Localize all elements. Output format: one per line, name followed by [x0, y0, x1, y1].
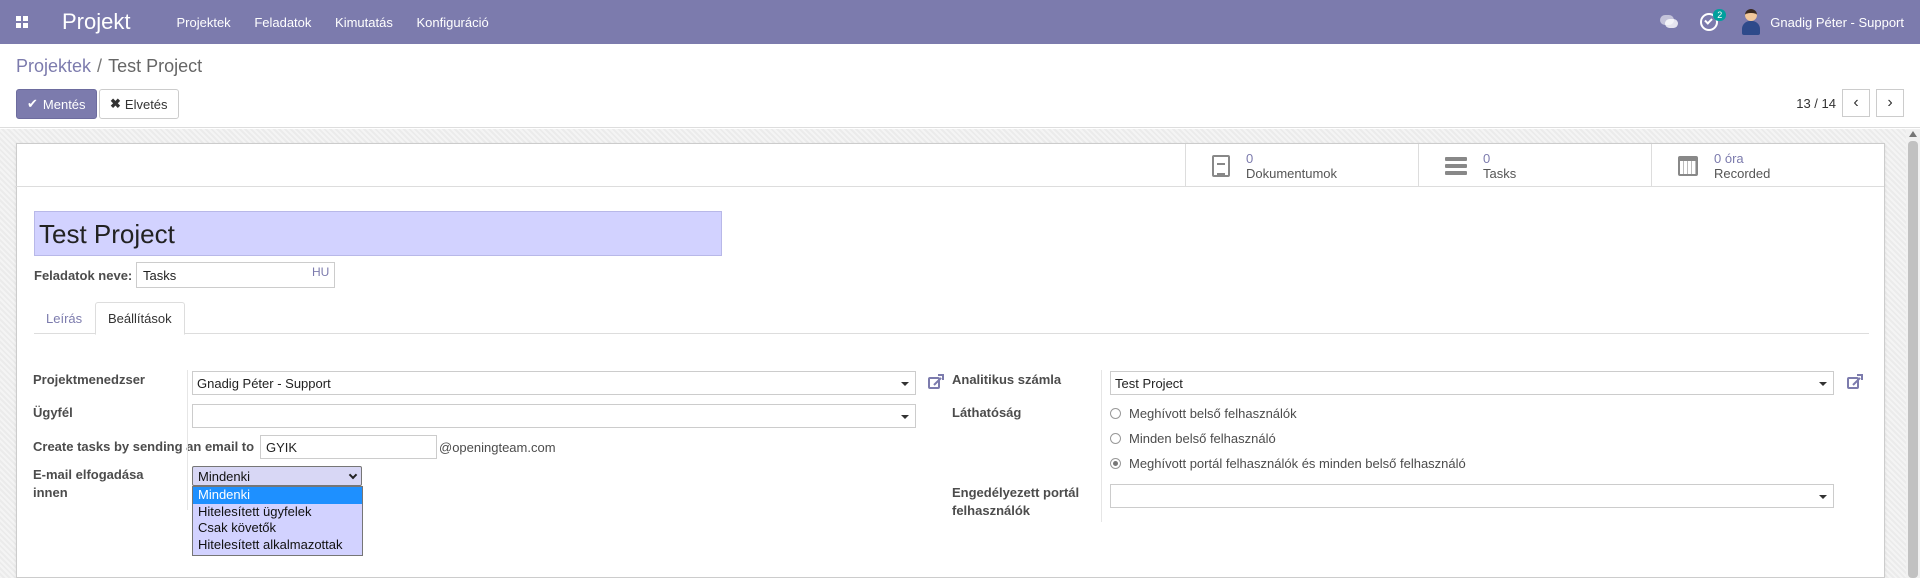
menu-item-configuration[interactable]: Konfiguráció [416, 15, 488, 30]
discard-button-label: Elvetés [124, 96, 168, 112]
external-link-icon[interactable] [928, 374, 944, 390]
visibility-option-label: Minden belső felhasználó [1129, 431, 1276, 446]
email-accept-label-line2: innen [33, 485, 68, 500]
caret-down-icon [901, 382, 909, 386]
documents-label: Dokumentumok [1246, 165, 1338, 181]
breadcrumb-projects-link[interactable]: Projektek [16, 56, 91, 76]
project-name-input[interactable]: Test Project [34, 211, 722, 256]
project-manager-label: Projektmenedzser [33, 372, 145, 387]
save-button[interactable]: ✔ Mentés [16, 89, 97, 119]
menu-item-reporting[interactable]: Kimutatás [335, 15, 393, 30]
chevron-left-icon: ‹ [1853, 94, 1859, 111]
pager: 13 / 14 ‹ › [1796, 89, 1904, 117]
analytic-account-label: Analitikus számla [952, 372, 1062, 387]
visibility-option-label: Meghívott portál felhasználók és minden … [1129, 456, 1466, 471]
apps-menu-icon[interactable] [0, 0, 44, 44]
column-divider [1101, 370, 1102, 522]
recorded-label: Recorded [1714, 165, 1771, 181]
translation-lang-button[interactable]: HU [312, 265, 329, 279]
breadcrumb-current: Test Project [108, 56, 203, 76]
chevron-right-icon: › [1887, 94, 1893, 111]
tasks-name-label: Feladatok neve: [34, 268, 133, 283]
activity-badge: 2 [1713, 9, 1727, 21]
user-name: Gnadig Péter - Support [1770, 14, 1904, 30]
portal-users-label: Engedélyezett portál felhasználók [952, 484, 1079, 520]
email-alias-label: Create tasks by sending an email to [33, 439, 255, 454]
avatar [1740, 9, 1762, 35]
customer-label: Ügyfél [33, 405, 73, 420]
breadcrumb-separator: / [97, 56, 103, 76]
email-accept-label: E-mail elfogadása innen [33, 466, 144, 502]
pager-next-button[interactable]: › [1876, 89, 1904, 117]
documents-count: 0 [1246, 150, 1254, 166]
top-navbar: Projekt Projektek Feladatok Kimutatás Ko… [0, 0, 1920, 44]
calendar-icon [1678, 155, 1698, 176]
tab-description[interactable]: Leírás [34, 302, 94, 334]
visibility-option-portal-and-internal[interactable]: Meghívott portál felhasználók és minden … [1110, 456, 1466, 471]
customer-select[interactable] [192, 404, 916, 428]
radio-button[interactable] [1110, 408, 1121, 419]
tasks-label: Tasks [1483, 165, 1517, 181]
project-manager-value: Gnadig Péter - Support [197, 376, 331, 391]
app-brand[interactable]: Projekt [62, 9, 130, 35]
chevron-down-icon [348, 470, 358, 480]
email-accept-select[interactable]: Mindenki [192, 466, 362, 486]
analytic-account-value: Test Project [1115, 376, 1183, 391]
check-icon: ✔ [27, 96, 38, 111]
caret-down-icon [1819, 495, 1827, 499]
email-accept-option[interactable]: Mindenki [193, 487, 362, 504]
breadcrumb: Projektek / Test Project [16, 56, 202, 77]
analytic-account-select[interactable]: Test Project [1110, 371, 1834, 395]
visibility-label: Láthatóság [952, 405, 1022, 420]
tasks-stat-button[interactable]: 0 Tasks [1418, 144, 1651, 187]
portal-users-label-line2: felhasználók [952, 503, 1031, 518]
caret-down-icon [901, 415, 909, 419]
visibility-option-invited-internal[interactable]: Meghívott belső felhasználók [1110, 406, 1297, 421]
project-manager-select[interactable]: Gnadig Péter - Support [192, 371, 916, 395]
recorded-stat-button[interactable]: 0 óra Recorded [1651, 144, 1884, 187]
email-domain: @openingteam.com [439, 440, 556, 455]
menu-item-projects[interactable]: Projektek [176, 15, 230, 30]
portal-users-label-line1: Engedélyezett portál [952, 485, 1080, 500]
discard-button[interactable]: ✖ Elvetés [99, 89, 179, 119]
main-menu: Projektek Feladatok Kimutatás Konfigurác… [176, 15, 508, 30]
tasks-count: 0 [1483, 150, 1491, 166]
smart-button-box: 0 Dokumentumok 0 Tasks 0 óra Recorded [15, 144, 1884, 187]
pager-value[interactable]: 13 / 14 [1796, 96, 1836, 111]
external-link-icon[interactable] [1847, 374, 1863, 390]
chat-icon[interactable] [1660, 15, 1679, 29]
systray: 2 Gnadig Péter - Support [1660, 0, 1904, 44]
page-scrollbar[interactable] [1906, 129, 1920, 578]
close-icon: ✖ [110, 96, 121, 111]
email-accept-option[interactable]: Csak követők [193, 520, 362, 537]
document-icon [1212, 154, 1230, 177]
recorded-hours: 0 óra [1714, 150, 1744, 166]
caret-down-icon [1819, 382, 1827, 386]
email-accept-label-line1: E-mail elfogadása [33, 467, 144, 482]
user-menu[interactable]: Gnadig Péter - Support [1740, 9, 1904, 35]
email-accept-option[interactable]: Hitelesített alkalmazottak [193, 537, 362, 554]
save-button-label: Mentés [42, 96, 86, 112]
notebook-tabs: Leírás Beállítások [34, 302, 1869, 335]
activity-clock-icon[interactable]: 2 [1700, 9, 1727, 31]
menu-item-tasks[interactable]: Feladatok [254, 15, 311, 30]
documents-stat-button[interactable]: 0 Dokumentumok [1185, 144, 1418, 187]
radio-button[interactable] [1110, 433, 1121, 444]
radio-button-selected[interactable] [1110, 458, 1121, 469]
visibility-option-all-internal[interactable]: Minden belső felhasználó [1110, 431, 1276, 446]
email-accept-options: Mindenki Hitelesített ügyfelek Csak köve… [192, 486, 363, 556]
email-alias-input[interactable]: GYIK [260, 435, 437, 459]
tasks-name-input[interactable]: Tasks [136, 262, 335, 288]
email-accept-option[interactable]: Hitelesített ügyfelek [193, 504, 362, 521]
portal-users-select[interactable] [1110, 484, 1834, 508]
visibility-option-label: Meghívott belső felhasználók [1129, 406, 1297, 421]
tab-settings[interactable]: Beállítások [95, 302, 185, 335]
column-divider [187, 370, 188, 510]
pager-previous-button[interactable]: ‹ [1842, 89, 1870, 117]
email-accept-value: Mindenki [198, 469, 251, 484]
tasks-icon [1445, 156, 1467, 175]
control-panel: Projektek / Test Project ✔ Mentés ✖ Elveté… [0, 44, 1920, 128]
